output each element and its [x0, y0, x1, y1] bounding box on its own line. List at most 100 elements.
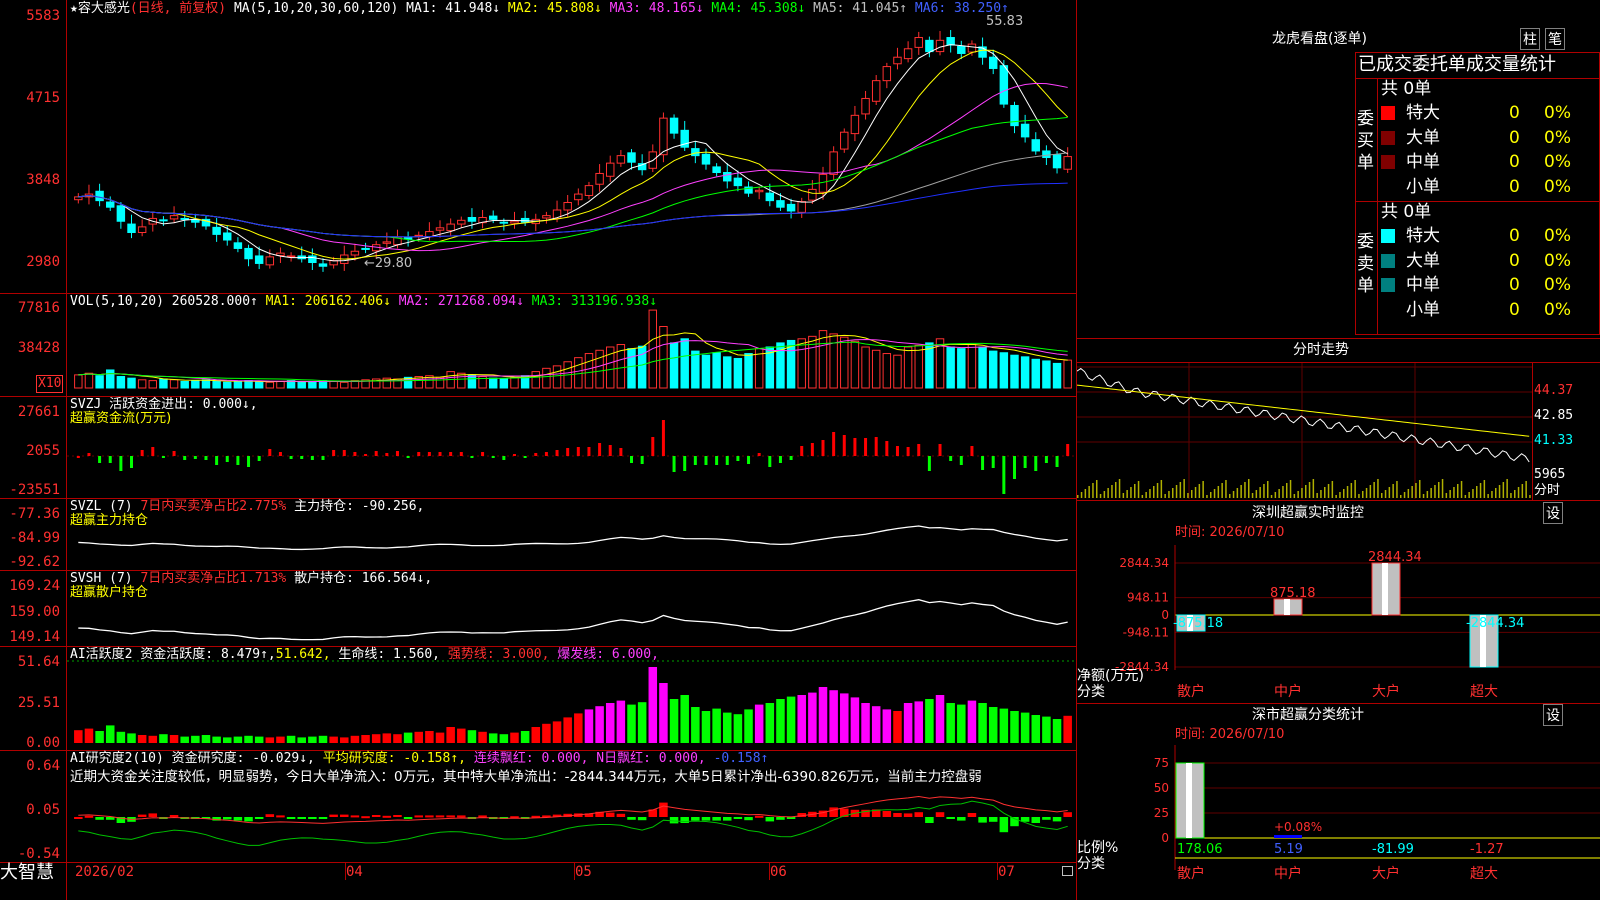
- research-bar: [297, 817, 306, 819]
- flow-bar: [906, 447, 910, 456]
- ma-line: [78, 152, 1068, 238]
- intraday-volume-bar: [1115, 482, 1117, 498]
- hold-line: [78, 525, 1068, 551]
- candle-body: [435, 227, 445, 231]
- divider: [1377, 78, 1378, 335]
- activity-bar: [871, 706, 881, 743]
- flow-bar: [587, 447, 591, 456]
- flow-bar: [1044, 456, 1048, 463]
- lock-icon[interactable]: [1062, 866, 1073, 876]
- candle-body: [829, 151, 838, 175]
- intraday-volume-bar: [1403, 492, 1406, 498]
- activity-bar: [840, 693, 849, 743]
- research-bar: [935, 812, 945, 817]
- activity-bar: [371, 734, 381, 743]
- chart-mode[interactable]: (日线, 前复权): [130, 1, 226, 16]
- candle-body: [925, 39, 934, 53]
- research-bar: [329, 814, 338, 817]
- volume-bar: [106, 369, 115, 389]
- research-bar: [1052, 817, 1062, 822]
- intraday-volume-bar: [1160, 480, 1163, 498]
- svzj-chart[interactable]: [67, 397, 1076, 498]
- main-chart-area[interactable]: 5583 4715 3848 2980 ★容大感光(日线, 前复权) MA(5,…: [0, 0, 1077, 900]
- flow-bar: [768, 456, 772, 467]
- intraday-volume-bar: [1457, 484, 1459, 498]
- flow-bar: [789, 456, 793, 460]
- intraday-chart[interactable]: [1077, 363, 1532, 499]
- intraday-volume-bar: [1210, 492, 1212, 498]
- volume-bar: [191, 380, 200, 389]
- activity-bar: [595, 706, 604, 743]
- research-bar: [946, 817, 955, 819]
- flow-bar: [555, 450, 559, 456]
- candle-body: [1042, 150, 1051, 159]
- flow-bar: [1023, 456, 1027, 468]
- svsh-axis-tick: 169.24: [9, 578, 60, 594]
- candle-body: [861, 97, 870, 115]
- research-bar: [361, 816, 370, 819]
- intraday-volume-bar: [1346, 486, 1349, 498]
- intraday-volume-bar: [1088, 486, 1090, 498]
- research-bar: [925, 817, 934, 823]
- volume-bar: [584, 353, 594, 389]
- flow-bar: [161, 456, 165, 458]
- ai-research-axis-tick: 0.64: [26, 758, 60, 774]
- ma-line: [78, 44, 1068, 262]
- candle-body: [659, 117, 668, 156]
- volume-bar: [1052, 362, 1062, 389]
- ai-active-chart[interactable]: [67, 647, 1076, 750]
- tab-column[interactable]: 柱: [1520, 28, 1540, 50]
- intraday-volume-bar: [1339, 492, 1341, 498]
- candle-body: [233, 242, 243, 249]
- order-color-swatch: [1381, 155, 1395, 169]
- flow-bar: [608, 445, 612, 456]
- tab-tick[interactable]: 笔: [1545, 28, 1565, 50]
- flow-bar: [342, 450, 346, 456]
- research-bar: [999, 817, 1009, 833]
- research-bar: [457, 815, 466, 818]
- flow-bar: [661, 420, 665, 456]
- price-line: [1077, 367, 1530, 463]
- stock-title[interactable]: ★容大感光: [70, 1, 130, 16]
- svzj-axis-tick: 27661: [17, 404, 60, 420]
- monitor-settings-button[interactable]: 设: [1543, 502, 1563, 524]
- activity-bar: [786, 696, 796, 743]
- volume-bar: [223, 381, 232, 389]
- intraday-volume-bar: [1221, 483, 1223, 498]
- flow-bar: [736, 456, 740, 461]
- volume-chart[interactable]: [67, 306, 1076, 396]
- intraday-volume-bar: [1415, 483, 1417, 498]
- intraday-volume-bar: [1449, 490, 1451, 498]
- ai-research-chart[interactable]: [67, 751, 1076, 862]
- stats-chart[interactable]: 75 50 25 0 +0.08% 178.06 5.19 -81.99 -1.27 比例%分类散…: [1077, 745, 1600, 900]
- research-bar: [446, 815, 455, 818]
- research-bar: [393, 815, 402, 817]
- intraday-volume-bar: [1479, 483, 1482, 498]
- candlestick-chart[interactable]: [67, 18, 1076, 292]
- svzl-chart[interactable]: [67, 499, 1076, 570]
- flow-bar: [619, 448, 623, 456]
- flow-bar: [98, 456, 102, 463]
- order-color-swatch: [1381, 106, 1395, 120]
- stats-settings-button[interactable]: 设: [1543, 704, 1563, 726]
- intraday-volume-bar: [1514, 490, 1516, 498]
- flow-bar: [874, 437, 878, 456]
- volume-bar: [212, 380, 221, 389]
- date-axis-label: 2026/02: [75, 864, 135, 880]
- svsh-chart[interactable]: [67, 571, 1076, 646]
- date-tick: [345, 862, 346, 880]
- intraday-volume-bar: [1320, 490, 1322, 498]
- flow-bar: [395, 451, 399, 456]
- order-count: 0: [1509, 226, 1520, 246]
- intraday-volume-bar: [1392, 484, 1394, 498]
- activity-bar: [680, 695, 689, 743]
- flow-bar: [140, 450, 144, 456]
- activity-bar: [265, 737, 275, 743]
- monitor-chart[interactable]: 2844.34 948.11 0 -948.11 -2844.34 -875.18 875.…: [1077, 545, 1600, 702]
- flow-bar: [87, 453, 91, 456]
- flow-bar: [172, 451, 176, 456]
- activity-bar: [393, 734, 402, 743]
- intraday-volume-bar: [1191, 490, 1193, 498]
- research-bar: [276, 815, 285, 818]
- research-bar: [1063, 812, 1072, 817]
